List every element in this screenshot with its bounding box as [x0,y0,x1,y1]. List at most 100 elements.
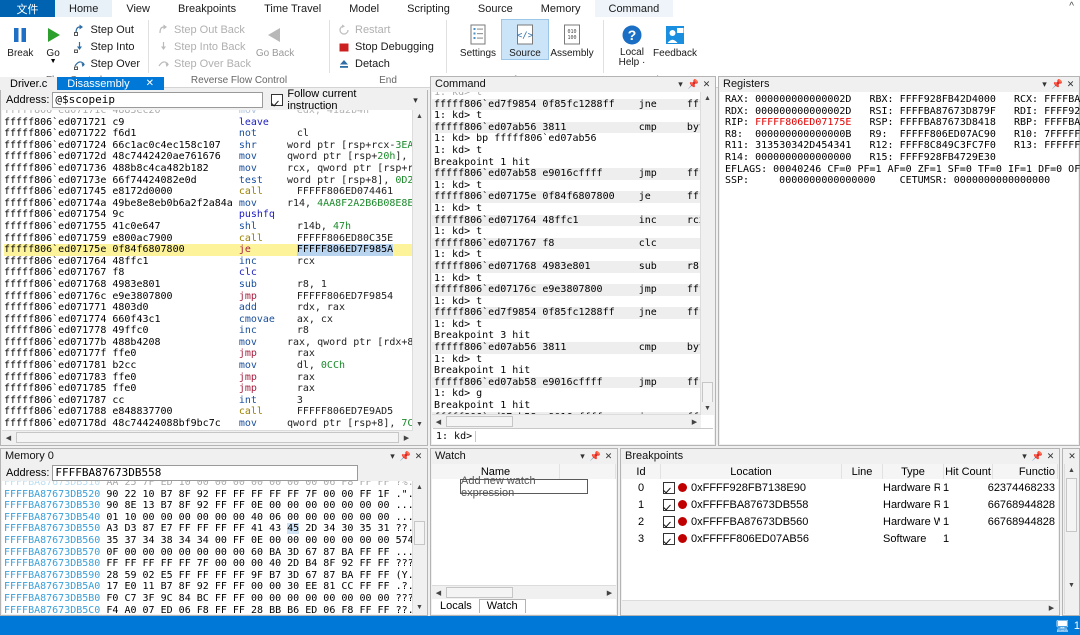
scroll-up-icon[interactable]: ▲ [1065,464,1078,477]
memory-address-input[interactable]: FFFFBA87673DB558 [52,464,359,481]
close-icon[interactable]: ✕ [602,450,615,463]
step-out-button[interactable]: Step Out [69,21,144,38]
close-icon[interactable]: ✕ [146,77,154,91]
pin-icon[interactable]: 📌 [1051,78,1064,91]
disassembly-line[interactable]: fffff806`ed071745 e8172d0000 call FFFFF8… [4,186,412,198]
restart-button[interactable]: Restart [334,21,438,38]
scroll-left-icon[interactable]: ◀ [2,431,15,444]
hscroll-thumb[interactable] [446,416,513,427]
scroll-left-icon[interactable]: ◀ [432,586,445,599]
side-panel-vscrollbar[interactable]: ▲ ▼ [1064,464,1078,614]
bp-enabled-checkbox[interactable] [663,532,675,545]
pin-icon[interactable]: 📌 [1031,450,1044,463]
close-icon[interactable]: ✕ [412,450,425,463]
detach-button[interactable]: Detach [334,55,438,72]
disassembly-line[interactable]: fffff806`ed07174a 49be8e8eb0b6a2f2a84a m… [4,198,412,210]
bp-column-hit-count[interactable]: Hit Count [944,464,993,479]
disassembly-line[interactable]: fffff806`ed071764 48ffc1 inc rcx [4,256,412,268]
go-button[interactable]: Go ▼ [37,19,70,65]
breakpoints-table-rows[interactable]: 00xFFFF928FB7138E90Hardware Read11844662… [622,479,1058,600]
watch-list[interactable]: Add new watch expression [432,475,616,586]
memory-row[interactable]: FFFFBA87673DB520 90 22 10 B7 8F 92 FF FF… [4,489,412,501]
bp-enabled-checkbox[interactable] [663,515,675,528]
step-out-back-button[interactable]: Step Out Back [153,21,255,38]
chevron-down-icon[interactable]: ▾ [674,78,687,91]
scroll-down-icon[interactable]: ▼ [413,601,426,614]
ribbon-tab-breakpoints[interactable]: Breakpoints [164,0,250,17]
disassembly-line[interactable]: fffff806`ed07173e 66f74424082e0d test wo… [4,175,412,187]
add-watch-expression-input[interactable]: Add new watch expression [460,475,588,499]
chevron-down-icon[interactable]: ▾ [1038,78,1051,91]
scroll-right-icon[interactable]: ▶ [603,586,616,599]
disassembly-line[interactable]: fffff806`ed071768 4983e801 sub r8, 1 [4,279,412,291]
close-icon[interactable]: ✕ [1067,450,1077,463]
scroll-down-icon[interactable]: ▼ [413,418,426,431]
register-row[interactable]: R11: 313530342D454341 R12: FFFF8C849C3FC… [722,140,1080,152]
break-button[interactable]: Break [4,19,37,59]
scroll-down-icon[interactable]: ▼ [701,402,714,415]
feedback-button[interactable]: Feedback [653,19,697,59]
disassembly-line[interactable]: fffff806`ed071721 c9 leave [4,117,412,129]
memory-row[interactable]: FFFFBA87673DB510 AA 25 7F ED 10 00 00 00… [4,481,412,489]
pin-icon[interactable]: 📌 [589,450,602,463]
disassembly-line[interactable]: fffff806`ed071787 cc int 3 [4,395,412,407]
disassembly-line[interactable]: fffff806`ed071778 49ffc0 inc r8 [4,325,412,337]
registers-panel-body[interactable]: RAX: 000000000000002D RBX: FFFF928FB42D4… [720,92,1080,444]
ribbon-tab-model[interactable]: Model [335,0,393,17]
memory-row[interactable]: FFFFBA87673DB590 28 59 02 E5 FF FF FF FF… [4,570,412,582]
ribbon-tab-command[interactable]: Command [594,0,674,17]
ribbon-tab-time-travel[interactable]: Time Travel [250,0,335,17]
disassembly-address-input[interactable]: @$scopeip [52,92,264,108]
monitor-icon[interactable]: 🖥 [1055,619,1070,633]
close-icon[interactable]: ✕ [1044,450,1057,463]
memory-row[interactable]: FFFFBA87673DB580 FF FF FF FF FF 7F 00 00… [4,558,412,570]
bp-cell-location[interactable]: 0xFFFFBA87673DB560 [660,515,840,528]
close-icon[interactable]: ✕ [1064,78,1077,91]
command-output[interactable]: 1: kd> t fffff806`ed7f9854 0f85fc1288ff j… [432,92,714,415]
chevron-down-icon[interactable]: ▾ [1018,450,1031,463]
disassembly-line[interactable]: fffff806`ed07176c e9e3807800 jmp FFFFF80… [4,291,412,303]
scroll-up-icon[interactable]: ▲ [413,481,426,494]
register-row[interactable]: RAX: 000000000000002D RBX: FFFF928FB42D4… [722,94,1080,106]
vscroll-thumb[interactable] [1066,478,1077,532]
bp-column-type[interactable]: Type [883,464,944,479]
register-row[interactable]: R14: 0000000000000000 R15: FFFF928FB4729… [722,152,1076,164]
disassembly-line[interactable]: fffff806`ed071754 9c pushfq [4,209,412,221]
command-vscrollbar[interactable]: ▲ ▼ [700,92,714,415]
source-button[interactable]: </> Source [501,19,549,60]
ribbon-tab-source[interactable]: Source [464,0,527,17]
disassembly-line[interactable]: fffff806`ed071785 ffe0 jmp rax [4,383,412,395]
ribbon-tab-view[interactable]: View [112,0,164,17]
table-row[interactable]: 3 0xFFFFF806ED07AB56 Software 1 [622,530,1058,547]
disassembly-line[interactable]: fffff806`ed071722 f6d1 not cl [4,128,412,140]
scroll-down-icon[interactable]: ▼ [1065,579,1078,592]
disassembly-line[interactable]: fffff806`ed071767 f8 clc [4,267,412,279]
chevron-down-icon[interactable]: ▼ [50,58,57,65]
scroll-up-icon[interactable]: ▲ [701,92,714,105]
bp-column-function[interactable]: Functio [993,464,1058,479]
scroll-left-icon[interactable]: ◀ [432,415,445,428]
command-hscrollbar[interactable]: ◀ ▶ [432,414,701,428]
disassembly-line[interactable]: fffff806`ed071736 488b8c4ca482b182 mov r… [4,163,412,175]
step-into-back-button[interactable]: Step Into Back [153,38,255,55]
memory-row[interactable]: FFFFBA87673DB540 01 10 00 00 00 00 00 00… [4,512,412,524]
disassembly-line[interactable]: fffff806`ed07171c 4883ec20 mov edx, 41a2… [4,110,412,117]
watch-hscrollbar[interactable]: ◀ ▶ [432,585,616,599]
disassembly-hscrollbar[interactable]: ◀ ▶ [2,430,413,444]
disassembly-code-area[interactable]: fffff806`ed07171c 4883ec20 mov edx, 41a2… [2,110,426,444]
memory-dump-area[interactable]: FFFFBA87673DB510 AA 25 7F ED 10 00 00 00… [2,481,426,614]
chevron-down-icon[interactable]: ▾ [386,450,399,463]
chevron-up-icon[interactable]: ^ [1069,1,1074,12]
disassembly-line[interactable]: fffff806`ed071724 66c1ac0c4ec158c107 shr… [4,140,412,152]
pin-icon[interactable]: 📌 [687,78,700,91]
memory-row[interactable]: FFFFBA87673DB5A0 17 E0 11 B7 8F 92 FF FF… [4,581,412,593]
bp-enabled-checkbox[interactable] [663,498,675,511]
ribbon-tab-file[interactable]: 文件 [0,0,55,17]
disassembly-line[interactable]: fffff806`ed07177f ffe0 jmp rax [4,348,412,360]
disassembly-line[interactable]: fffff806`ed071755 41c0e647 shl r14b, 47h [4,221,412,233]
bp-cell-location[interactable]: 0xFFFFBA87673DB558 [660,498,840,511]
step-over-button[interactable]: Step Over [69,55,144,72]
memory-row[interactable]: FFFFBA87673DB570 0F 00 00 00 00 00 00 00… [4,547,412,559]
scroll-right-icon[interactable]: ▶ [1045,601,1058,614]
ribbon-tab-scripting[interactable]: Scripting [393,0,464,17]
